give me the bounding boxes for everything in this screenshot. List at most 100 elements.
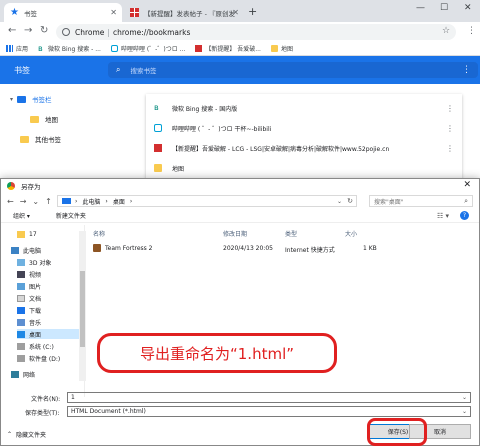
nav-label: 此电脑 xyxy=(23,247,42,255)
bookmark-bilibili[interactable]: 哔哩哔哩 (゜-゜)つロ ... xyxy=(110,44,185,53)
bookmark-star-icon[interactable]: ☆ xyxy=(442,26,450,36)
annotation-callout: 导出重命名为“1.html” xyxy=(97,333,337,373)
column-size[interactable]: 大小 xyxy=(345,229,357,238)
chevron-down-icon[interactable]: ⌄ xyxy=(32,197,39,206)
filename-row: 文件名(N): 1 ⌄ xyxy=(1,391,479,405)
minimize-icon[interactable]: — xyxy=(416,3,425,13)
list-item[interactable]: 地图 xyxy=(154,158,454,178)
tree-label: 书签栏 xyxy=(32,96,52,104)
network-icon xyxy=(11,370,19,378)
new-folder-button[interactable]: 新建文件夹 xyxy=(56,211,86,220)
bookmark-map[interactable]: 地图 xyxy=(270,44,293,53)
search-icon: ⌕ xyxy=(464,196,468,205)
nav-item[interactable]: 系统 (C:) xyxy=(17,341,79,351)
annotation-highlight xyxy=(367,418,427,446)
nav-item[interactable]: 此电脑 xyxy=(11,245,73,255)
tree-item-map[interactable]: 地图 xyxy=(30,114,58,124)
hide-folders-label: 隐藏文件夹 xyxy=(16,432,47,439)
bookmark-52pojie[interactable]: 【新提醒】 吾爱破... xyxy=(195,44,261,53)
more-icon[interactable]: ⋮ xyxy=(446,124,454,133)
menu-icon[interactable]: ⋮ xyxy=(467,26,476,36)
close-tab-icon[interactable]: ✕ xyxy=(232,8,239,17)
chevron-down-icon[interactable]: ⌄ xyxy=(462,407,467,416)
filename-input[interactable]: 1 ⌄ xyxy=(67,392,471,403)
close-window-icon[interactable]: ✕ xyxy=(464,3,472,13)
back-icon[interactable]: ← xyxy=(8,25,16,36)
nav-item[interactable]: 17 xyxy=(17,229,79,239)
nav-item[interactable]: 音乐 xyxy=(17,317,79,327)
apps-icon xyxy=(6,45,13,52)
computer-icon xyxy=(62,198,71,204)
reload-icon[interactable]: ↻ xyxy=(40,25,48,36)
new-tab-button[interactable]: + xyxy=(248,5,257,18)
nav-scrollbar[interactable] xyxy=(79,231,86,381)
52pojie-icon xyxy=(130,8,139,17)
list-item[interactable]: ʙ 微软 Bing 搜索 - 国内版 ⋮ xyxy=(154,98,454,118)
column-date[interactable]: 修改日期 xyxy=(223,229,247,238)
close-tab-icon[interactable]: ✕ xyxy=(110,8,117,17)
folder-icon xyxy=(154,164,162,172)
3d-objects-icon xyxy=(17,258,25,266)
site-name: Chrome xyxy=(75,27,105,37)
maximize-icon[interactable]: ☐ xyxy=(440,3,448,13)
table-row[interactable]: Team Fortress 2 2020/4/13 20:05 Internet… xyxy=(91,243,471,254)
download-icon xyxy=(17,306,25,314)
nav-label: 桌面 xyxy=(29,331,42,339)
bookmark-apps[interactable]: 应用 xyxy=(6,44,28,53)
tab-52pojie[interactable]: 【新提醒】发表帖子 - 『原创发 ✕ xyxy=(124,3,244,22)
nav-item[interactable]: 软件盘 (D:) xyxy=(17,353,79,363)
bing-icon: ʙ xyxy=(154,103,159,112)
bilibili-icon xyxy=(154,124,162,132)
more-icon[interactable]: ⋮ xyxy=(446,144,454,153)
forward-icon[interactable]: → xyxy=(24,25,32,36)
tab-bookmarks[interactable]: ★ 书签 ✕ xyxy=(4,3,122,22)
close-icon[interactable]: ✕ xyxy=(463,180,471,190)
hide-folders-toggle[interactable]: ⌃ 隐藏文件夹 xyxy=(7,430,46,439)
navigation-pane: 17 此电脑 3D 对象 视频 图片 文档 下载 音乐 桌面 系统 (C:) 软… xyxy=(9,225,85,397)
nav-item[interactable]: 下载 xyxy=(17,305,79,315)
nav-item[interactable]: 文档 xyxy=(17,293,79,303)
chevron-down-icon[interactable]: ⌄ xyxy=(462,393,467,402)
nav-item[interactable]: 网络 xyxy=(11,369,73,379)
site-info-icon[interactable] xyxy=(62,28,70,36)
url-text: chrome://bookmarks xyxy=(112,27,191,37)
nav-item[interactable]: 3D 对象 xyxy=(17,257,79,267)
more-icon[interactable]: ⋮ xyxy=(462,65,471,75)
nav-label: 17 xyxy=(29,230,37,238)
nav-item[interactable]: 视频 xyxy=(17,269,79,279)
list-item[interactable]: 哔哩哔哩 ( ゜- ゜)つロ 干杯~-bilibili ⋮ xyxy=(154,118,454,138)
address-bar[interactable]: Chrome | chrome://bookmarks xyxy=(56,24,456,40)
file-name: Team Fortress 2 xyxy=(105,245,153,252)
scroll-thumb[interactable] xyxy=(80,271,85,347)
music-icon xyxy=(17,318,25,326)
list-item[interactable]: 【新提醒】吾爱破解 - LCG - LSG|安卓破解|病毒分析|破解软件|www… xyxy=(154,138,454,158)
path-breadcrumb[interactable]: › 此电脑 › 桌面 › ⌄ ↻ xyxy=(57,195,357,207)
view-options-icon[interactable]: ☷ ▾ xyxy=(437,212,449,220)
tree-item-bookmarks-bar[interactable]: ▾ 书签栏 xyxy=(10,94,52,104)
up-icon[interactable]: ↑ xyxy=(45,197,52,206)
bookmarks-bar: 应用 ʙ 微软 Bing 搜索 - ... 哔哩哔哩 (゜-゜)つロ ... 【新… xyxy=(0,42,480,56)
refresh-icon[interactable]: ↻ xyxy=(347,197,353,205)
bookmark-search-input[interactable]: ⌕ 搜索书签 xyxy=(108,62,478,78)
expand-icon[interactable]: ▾ xyxy=(10,96,13,103)
crumb-desktop[interactable]: 桌面 xyxy=(113,197,125,206)
nav-item[interactable]: 图片 xyxy=(17,281,79,291)
crumb-separator: › xyxy=(129,197,133,205)
chevron-down-icon[interactable]: ⌄ xyxy=(337,198,342,205)
forward-icon[interactable]: → xyxy=(20,197,27,206)
help-icon[interactable]: ? xyxy=(460,211,469,220)
dialog-title: 另存为 xyxy=(21,183,41,191)
back-icon[interactable]: ← xyxy=(7,197,14,206)
bookmark-bing[interactable]: ʙ 微软 Bing 搜索 - ... xyxy=(38,44,101,54)
nav-item-selected[interactable]: 桌面 xyxy=(17,329,79,339)
folder-search-input[interactable]: 搜索"桌面" ⌕ xyxy=(369,195,473,207)
more-icon[interactable]: ⋮ xyxy=(446,104,454,113)
filetype-row: 保存类型(T): HTML Document (*.html) ⌄ xyxy=(1,405,479,419)
filetype-select[interactable]: HTML Document (*.html) ⌄ xyxy=(67,406,471,417)
column-name[interactable]: 名称 xyxy=(93,229,105,238)
computer-icon xyxy=(11,246,19,254)
organize-button[interactable]: 组织 ▾ xyxy=(13,211,30,220)
column-type[interactable]: 类型 xyxy=(285,229,297,238)
crumb-this-pc[interactable]: 此电脑 xyxy=(82,197,100,206)
tree-item-other[interactable]: 其他书签 xyxy=(20,134,61,144)
